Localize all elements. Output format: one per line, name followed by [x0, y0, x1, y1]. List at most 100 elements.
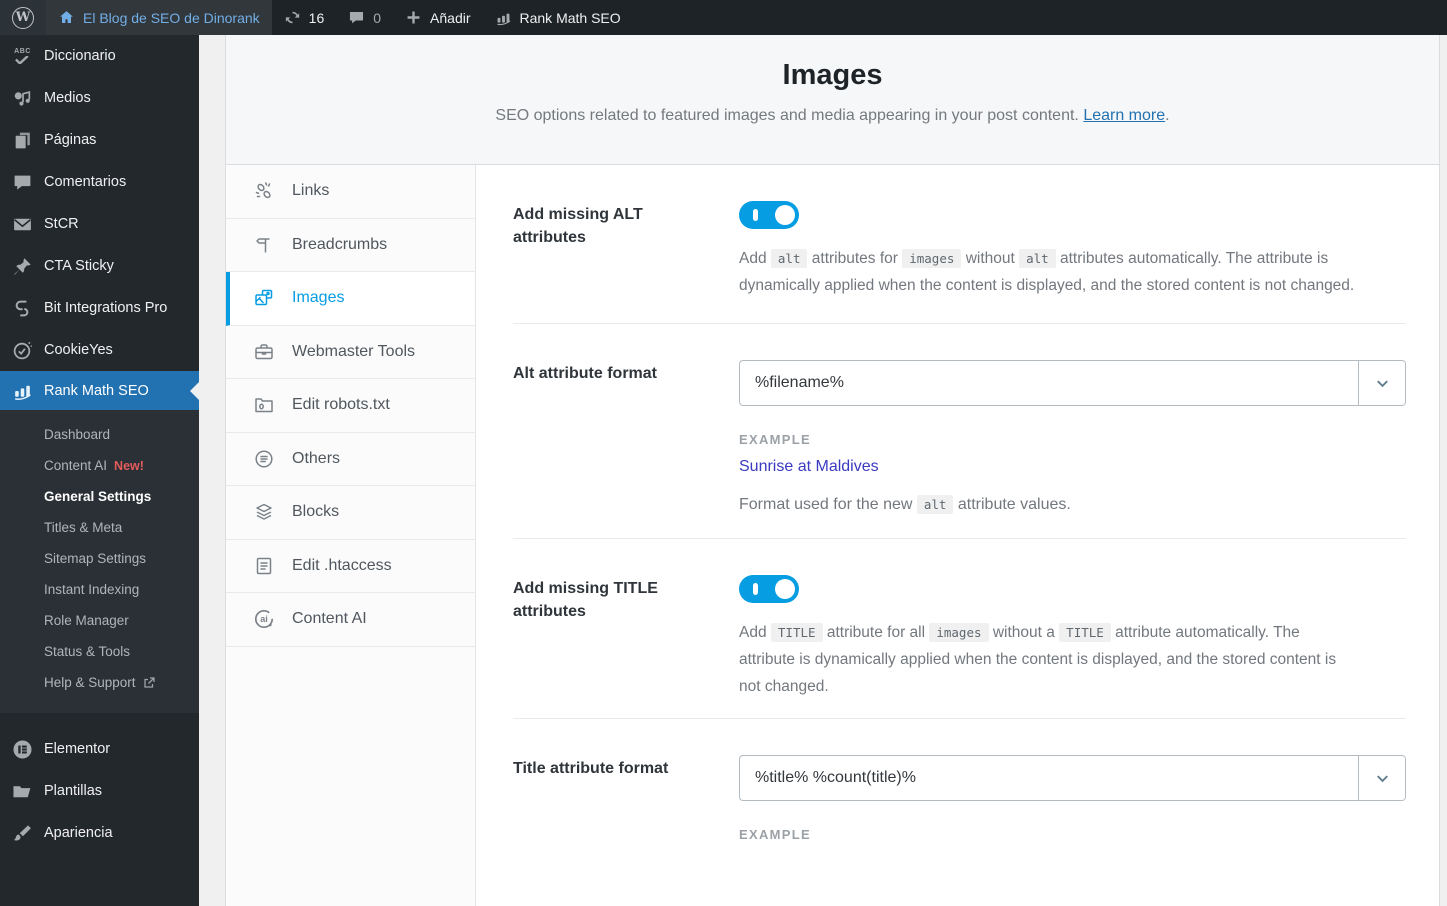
- toggle-knob: [775, 205, 795, 225]
- alt-format-dropdown-button[interactable]: [1358, 361, 1405, 405]
- sidebar-item-label: Rank Math SEO: [44, 382, 149, 399]
- add-missing-alt-toggle[interactable]: [739, 201, 799, 229]
- layers-icon: [253, 501, 275, 523]
- sidebar-item-diccionario[interactable]: ABC Diccionario: [0, 35, 199, 77]
- svg-text:ai: ai: [260, 614, 268, 624]
- setting-help-text: Format used for the new alt attribute va…: [739, 495, 1071, 514]
- add-new-button[interactable]: Añadir: [393, 0, 482, 35]
- rank-math-settings-panel: Images SEO options related to featured i…: [225, 35, 1440, 906]
- tab-edit-htaccess[interactable]: Edit .htaccess: [226, 540, 475, 593]
- sidebar-item-elementor[interactable]: Elementor: [0, 728, 199, 770]
- tab-breadcrumbs[interactable]: Breadcrumbs: [226, 219, 475, 272]
- rank-math-submenu: Dashboard Content AI New! General Settin…: [0, 410, 199, 713]
- rank-math-chart-icon: [12, 380, 33, 401]
- sidebar-item-label: Bit Integrations Pro: [44, 299, 168, 316]
- example-label: EXAMPLE: [739, 432, 811, 447]
- tab-edit-robots[interactable]: Edit robots.txt: [226, 379, 475, 433]
- alt-format-input[interactable]: [740, 361, 1358, 405]
- list-circle-icon: [253, 448, 275, 470]
- tab-images[interactable]: Images: [226, 272, 475, 326]
- briefcase-icon: [253, 341, 275, 363]
- chevron-down-icon: [1376, 774, 1388, 782]
- sidebar-item-cookieyes[interactable]: CookieYes: [0, 329, 199, 371]
- sidebar-item-apariencia[interactable]: Apariencia: [0, 812, 199, 854]
- submenu-label: Content AI: [44, 458, 108, 473]
- settings-pane: Add missing ALT attributes Add alt attri…: [476, 165, 1439, 906]
- sidebar-item-bit-integrations-pro[interactable]: Bit Integrations Pro: [0, 287, 199, 329]
- setting-description: Add alt attributes for images without al…: [739, 249, 1355, 294]
- sidebar-item-medios[interactable]: Medios: [0, 77, 199, 119]
- sidebar-item-label: Diccionario: [44, 47, 116, 64]
- pushpin-icon: [12, 256, 33, 277]
- sidebar-item-comentarios[interactable]: Comentarios: [0, 161, 199, 203]
- sidebar-item-cta-sticky[interactable]: CTA Sticky: [0, 245, 199, 287]
- tab-label: Others: [292, 449, 341, 467]
- sidebar-item-label: Plantillas: [44, 782, 103, 799]
- rank-math-chart-icon: [495, 9, 512, 26]
- tab-label: Edit .htaccess: [292, 556, 392, 574]
- sidebar-item-rank-math-seo[interactable]: Rank Math SEO: [0, 371, 199, 410]
- example-block: EXAMPLE Sunrise at Maldives: [739, 432, 1406, 476]
- submenu-item-general-settings[interactable]: General Settings: [0, 481, 199, 512]
- example-label: EXAMPLE: [739, 827, 811, 842]
- tab-others[interactable]: Others: [226, 433, 475, 486]
- sidebar-item-label: StCR: [44, 215, 79, 232]
- admin-bar: W El Blog de SEO de Dinorank 16 0 Añadir…: [0, 0, 1447, 35]
- submenu-item-sitemap-settings[interactable]: Sitemap Settings: [0, 543, 199, 574]
- wordpress-menu-button[interactable]: W: [0, 0, 46, 35]
- content-ai-icon: ai: [253, 608, 275, 630]
- brush-icon: [12, 823, 33, 844]
- submenu-item-status-tools[interactable]: Status & Tools: [0, 636, 199, 667]
- title-format-dropdown-button[interactable]: [1358, 756, 1405, 800]
- sidebar-item-label: Elementor: [44, 740, 111, 757]
- setting-label: Add missing TITLE attributes: [513, 580, 658, 621]
- tab-webmaster-tools[interactable]: Webmaster Tools: [226, 326, 475, 379]
- add-missing-title-toggle[interactable]: [739, 575, 799, 603]
- folder-icon: [12, 781, 33, 802]
- rank-math-admin-bar-button[interactable]: Rank Math SEO: [483, 0, 633, 35]
- submenu-label: General Settings: [44, 489, 152, 504]
- submenu-item-content-ai[interactable]: Content AI New!: [0, 450, 199, 481]
- submenu-label: Status & Tools: [44, 644, 131, 659]
- tab-content-ai[interactable]: ai Content AI: [226, 593, 475, 647]
- updates-button[interactable]: 16: [272, 0, 337, 35]
- updates-count: 16: [308, 9, 325, 26]
- sidebar-item-stcr[interactable]: StCR: [0, 203, 199, 245]
- admin-sidebar: ABC Diccionario Medios Páginas Comentari…: [0, 35, 199, 906]
- tab-label: Content AI: [292, 610, 367, 628]
- submenu-label: Role Manager: [44, 613, 129, 628]
- tab-blocks[interactable]: Blocks: [226, 486, 475, 540]
- tab-links[interactable]: Links: [226, 165, 475, 219]
- sidebar-item-paginas[interactable]: Páginas: [0, 119, 199, 161]
- folder-file-icon: [253, 394, 275, 416]
- learn-more-link[interactable]: Learn more: [1083, 107, 1165, 124]
- tab-label: Edit robots.txt: [292, 396, 390, 414]
- toggle-on-mark: [753, 583, 758, 595]
- submenu-label: Help & Support: [44, 675, 136, 690]
- title-format-input[interactable]: [740, 756, 1358, 800]
- submenu-item-role-manager[interactable]: Role Manager: [0, 605, 199, 636]
- submenu-item-titles-meta[interactable]: Titles & Meta: [0, 512, 199, 543]
- settings-tab-list: Links Breadcrumbs Images Webmaster Tools…: [226, 165, 476, 906]
- setting-label: Title attribute format: [513, 760, 669, 777]
- updates-icon: [284, 9, 301, 26]
- setting-alt-attribute-format: Alt attribute format EXAMPLE Sunrise at …: [513, 324, 1406, 539]
- submenu-item-dashboard[interactable]: Dashboard: [0, 419, 199, 450]
- site-name-link[interactable]: El Blog de SEO de Dinorank: [46, 0, 272, 35]
- sidebar-item-label: Páginas: [44, 131, 97, 148]
- setting-label: Add missing ALT attributes: [513, 206, 643, 247]
- images-icon: [253, 287, 275, 309]
- submenu-item-instant-indexing[interactable]: Instant Indexing: [0, 574, 199, 605]
- tab-label: Blocks: [292, 503, 340, 521]
- comments-button[interactable]: 0: [336, 0, 393, 35]
- submenu-label: Instant Indexing: [44, 582, 140, 597]
- sidebar-item-plantillas[interactable]: Plantillas: [0, 770, 199, 812]
- sidebar-item-label: Medios: [44, 89, 91, 106]
- abc-check-icon: ABC: [12, 46, 33, 67]
- submenu-item-help-support[interactable]: Help & Support: [0, 667, 199, 698]
- page-title: Images: [782, 59, 883, 91]
- toggle-on-mark: [753, 209, 758, 221]
- tab-label: Webmaster Tools: [292, 342, 416, 360]
- document-icon: [253, 555, 275, 577]
- submenu-label: Titles & Meta: [44, 520, 123, 535]
